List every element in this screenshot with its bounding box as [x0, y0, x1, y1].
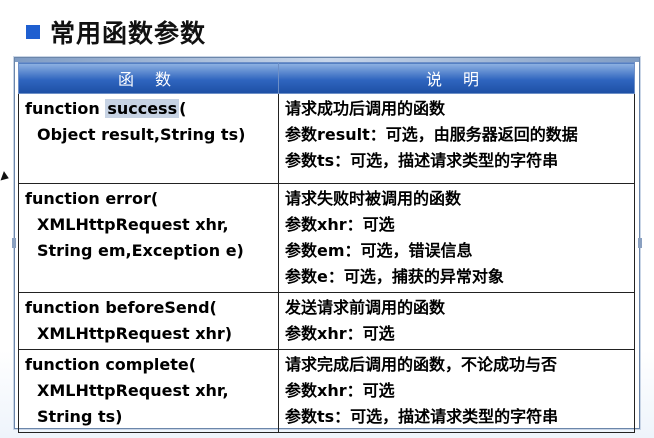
fn-line: XMLHttpRequest xhr,: [37, 381, 229, 400]
desc-line: 发送请求前调用的函数: [285, 298, 446, 317]
cell-description: 请求失败时被调用的函数 参数xhr：可选 参数em：可选，错误信息 参数e：可选…: [278, 183, 635, 293]
cell-function: function beforeSend( XMLHttpRequest xhr): [18, 292, 279, 350]
cell-description: 请求完成后调用的函数，不论成功与否 参数xhr：可选 参数ts：可选，描述请求类…: [278, 349, 635, 433]
desc-line: 请求成功后调用的函数: [285, 99, 446, 118]
fn-line: function complete(: [25, 355, 197, 374]
fn-line: XMLHttpRequest xhr): [37, 324, 233, 343]
desc-line: 参数ts：可选，描述请求类型的字符串: [285, 151, 559, 170]
slide-title: 常用函数参数: [26, 14, 206, 50]
desc-line: 参数ts：可选，描述请求类型的字符串: [285, 407, 559, 426]
fn-line: Object result,String ts): [37, 125, 246, 144]
frame-resize-handle-left[interactable]: [12, 238, 16, 248]
fn-line: String em,Exception e): [37, 241, 244, 260]
table-frame: 函 数 说 明 function success( Object result,…: [12, 57, 642, 433]
desc-line: 请求完成后调用的函数，不论成功与否: [285, 355, 558, 374]
table-row-beforesend: function beforeSend( XMLHttpRequest xhr)…: [18, 292, 635, 350]
fn-line: function error(: [25, 189, 159, 208]
table-header-row: 函 数 说 明: [18, 62, 635, 94]
square-bullet-icon: [26, 25, 40, 39]
desc-line: 参数em：可选，错误信息: [285, 241, 473, 260]
fn-keyword: function: [25, 99, 106, 118]
desc-line: 参数xhr：可选: [285, 381, 395, 400]
fn-line: function success(: [25, 96, 272, 122]
header-description: 说 明: [278, 62, 635, 94]
page-title: 常用函数参数: [50, 19, 207, 48]
table-row-error: function error( XMLHttpRequest xhr, Stri…: [18, 183, 635, 293]
desc-line: 参数xhr：可选: [285, 215, 395, 234]
fn-line: XMLHttpRequest xhr,: [37, 215, 229, 234]
fn-line: function beforeSend(: [25, 298, 217, 317]
frame-resize-handle-right[interactable]: [638, 238, 642, 248]
cell-function: function success( Object result,String t…: [18, 93, 279, 184]
table-row-success: function success( Object result,String t…: [18, 93, 635, 184]
fn-line: String ts): [37, 407, 123, 426]
cell-function: function complete( XMLHttpRequest xhr, S…: [18, 349, 279, 433]
desc-line: 请求失败时被调用的函数: [285, 189, 462, 208]
desc-line: 参数result：可选，由服务器返回的数据: [285, 125, 578, 144]
cell-description: 请求成功后调用的函数 参数result：可选，由服务器返回的数据 参数ts：可选…: [278, 93, 635, 184]
desc-line: 参数xhr：可选: [285, 324, 395, 343]
cell-description: 发送请求前调用的函数 参数xhr：可选: [278, 292, 635, 350]
fn-name-highlighted: success: [105, 99, 180, 118]
function-params-table: 函 数 说 明 function success( Object result,…: [18, 62, 635, 433]
cell-function: function error( XMLHttpRequest xhr, Stri…: [18, 183, 279, 293]
fn-paren: (: [179, 99, 187, 118]
header-function: 函 数: [18, 62, 279, 94]
table-row-complete: function complete( XMLHttpRequest xhr, S…: [18, 349, 635, 433]
mouse-cursor-icon: [0, 171, 11, 183]
desc-line: 参数e：可选，捕获的异常对象: [285, 267, 504, 286]
